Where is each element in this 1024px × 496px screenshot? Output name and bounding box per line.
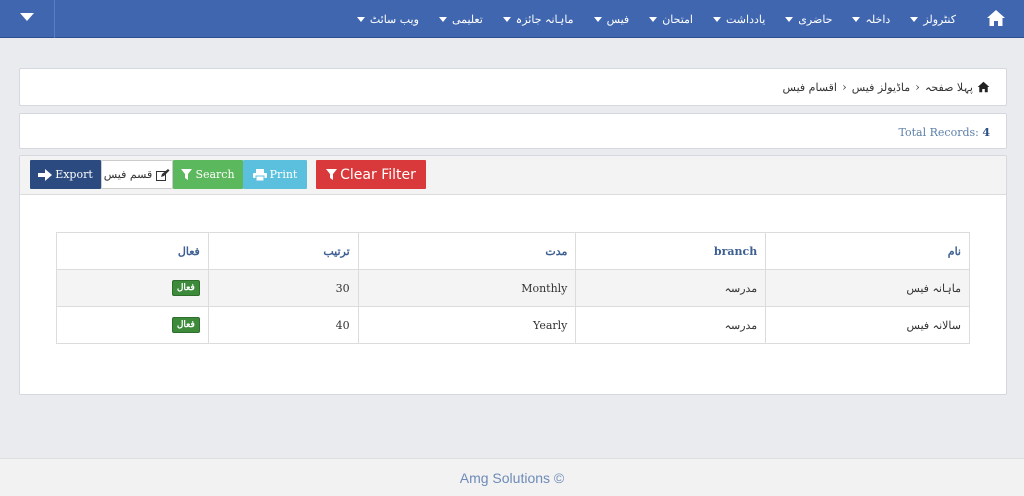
caret-down-icon xyxy=(785,16,794,22)
nav-item-admission[interactable]: داخلہ xyxy=(852,13,890,26)
navbar-divider xyxy=(54,0,55,38)
caret-down-icon xyxy=(852,16,861,22)
navbar-menu: کنٹرولز داخلہ حاضری یادداشت امتحان فیس م… xyxy=(337,0,956,38)
caret-down-icon xyxy=(502,16,511,22)
cell-branch: مدرسہ xyxy=(575,306,767,344)
caret-down-icon xyxy=(438,16,447,22)
content-panel: Export قسم فیس Search Print Clear Filter… xyxy=(19,155,1007,395)
nav-item-label: داخلہ xyxy=(865,12,891,26)
nav-item-label: امتحان xyxy=(662,12,693,26)
nav-item-exam[interactable]: امتحان xyxy=(649,13,693,26)
cell-name: سالانہ فیس xyxy=(765,306,970,344)
filter-icon xyxy=(181,169,193,180)
records-panel: Total Records: 4 xyxy=(19,113,1007,149)
print-icon xyxy=(252,168,267,181)
active-badge[interactable]: فعال xyxy=(171,280,200,296)
search-label: Search xyxy=(195,168,235,181)
chevron-left-icon: › xyxy=(915,80,920,94)
column-header-active[interactable]: فعال xyxy=(56,232,209,270)
breadcrumb: پہلا صفحہ › ماڈیولز فیس › اقسام فیس xyxy=(783,80,990,94)
caret-down-icon xyxy=(649,16,658,22)
footer: Amg Solutions © xyxy=(0,458,1024,496)
arrow-right-icon xyxy=(38,168,53,181)
total-records-label: Total Records: xyxy=(898,126,979,139)
cell-branch: مدرسہ xyxy=(575,269,767,307)
nav-item-website[interactable]: ویب سائٹ xyxy=(356,12,419,26)
cell-order: 40 xyxy=(207,306,359,344)
export-button[interactable]: Export xyxy=(30,160,101,189)
nav-item-label: یادداشت xyxy=(726,12,766,26)
nav-item-label: ویب سائٹ xyxy=(369,12,419,26)
nav-item-label: ماہانہ جائزہ xyxy=(515,12,574,26)
fee-type-label: قسم فیس xyxy=(103,168,153,181)
breadcrumb-item-home[interactable]: پہلا صفحہ xyxy=(925,81,973,94)
cell-name: ماہانہ فیس xyxy=(765,269,970,307)
caret-down-icon xyxy=(910,16,919,22)
table-header-row: فعال ترتیب مدت branch نام xyxy=(56,232,970,270)
fee-type-button[interactable]: قسم فیس xyxy=(101,160,173,189)
cell-order: 30 xyxy=(207,269,359,307)
breadcrumb-item-fee-types: اقسام فیس xyxy=(782,80,837,94)
filter-icon xyxy=(326,169,338,180)
caret-down-icon xyxy=(593,16,602,22)
footer-copyright: Amg Solutions © xyxy=(459,470,565,486)
navbar-dropdown-caret-icon[interactable] xyxy=(20,13,34,21)
top-navbar: کنٹرولز داخلہ حاضری یادداشت امتحان فیس م… xyxy=(0,0,1024,38)
cell-active: فعال xyxy=(56,269,209,307)
nav-item-controls[interactable]: کنٹرولز xyxy=(910,13,956,26)
chevron-left-icon: › xyxy=(841,80,847,94)
search-button[interactable]: Search xyxy=(173,160,243,189)
caret-down-icon xyxy=(713,16,721,22)
active-badge[interactable]: فعال xyxy=(171,317,200,333)
cell-active: فعال xyxy=(56,306,209,344)
print-label: Print xyxy=(269,168,298,181)
nav-item-monthly-review[interactable]: ماہانہ جائزہ xyxy=(502,12,574,26)
nav-item-label: کنٹرولز xyxy=(923,12,956,26)
column-header-period[interactable]: مدت xyxy=(357,232,577,270)
nav-item-label: تعلیمی xyxy=(451,12,483,26)
total-records-count: 4 xyxy=(982,126,990,139)
nav-item-attendance[interactable]: حاضری xyxy=(785,13,832,26)
nav-item-educational[interactable]: تعلیمی xyxy=(438,12,483,26)
home-icon[interactable] xyxy=(977,81,990,93)
home-icon[interactable] xyxy=(986,9,1006,27)
table-row[interactable]: فعال 40 Yearly مدرسہ سالانہ فیس xyxy=(56,306,970,344)
export-label: Export xyxy=(55,168,93,181)
column-header-name[interactable]: نام xyxy=(765,232,970,270)
cell-period: Monthly xyxy=(357,269,577,307)
fee-types-table: فعال ترتیب مدت branch نام فعال 30 Monthl… xyxy=(56,232,970,344)
total-records: Total Records: 4 xyxy=(899,126,990,139)
column-header-order[interactable]: ترتیب xyxy=(207,232,359,270)
print-button[interactable]: Print xyxy=(243,160,307,189)
nav-item-notes[interactable]: یادداشت xyxy=(713,13,765,26)
edit-icon xyxy=(156,168,170,181)
breadcrumb-item-fee-module[interactable]: ماڈیولز فیس xyxy=(852,81,910,94)
nav-item-fees[interactable]: فیس xyxy=(593,12,630,26)
column-header-branch[interactable]: branch xyxy=(575,232,767,270)
nav-item-label: فیس xyxy=(606,12,630,26)
table-row[interactable]: فعال 30 Monthly مدرسہ ماہانہ فیس xyxy=(56,269,970,307)
nav-item-label: حاضری xyxy=(798,12,833,26)
breadcrumb-panel: پہلا صفحہ › ماڈیولز فیس › اقسام فیس xyxy=(19,68,1007,106)
clear-filter-button[interactable]: Clear Filter xyxy=(316,160,426,189)
cell-period: Yearly xyxy=(357,306,577,344)
caret-down-icon xyxy=(356,16,365,22)
clear-filter-label: Clear Filter xyxy=(340,166,416,183)
toolbar: Export قسم فیس Search Print Clear Filter xyxy=(20,156,1006,195)
